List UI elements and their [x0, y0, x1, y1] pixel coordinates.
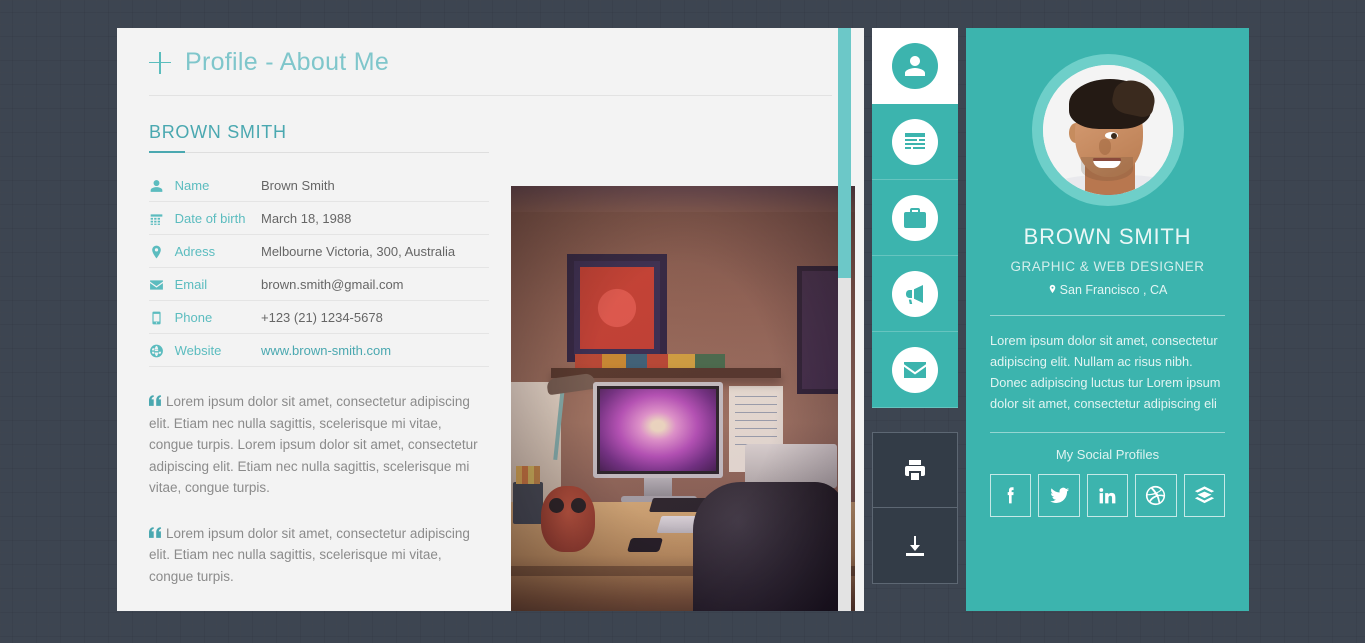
info-label: Phone: [174, 310, 213, 326]
info-label-cell: Date of birth: [149, 202, 261, 235]
print-button[interactable]: [872, 432, 958, 508]
avatar-eye: [1104, 132, 1118, 139]
profile-card: BROWN SMITH GRAPHIC & WEB DESIGNER San F…: [966, 28, 1249, 611]
download-icon: [906, 535, 924, 556]
linkedin-icon: [1099, 488, 1116, 504]
section-rule: [149, 151, 489, 153]
info-value: Melbourne Victoria, 300, Australia: [261, 243, 456, 259]
table-row: Phone +123 (21) 1234-5678: [149, 301, 489, 334]
table-row: Email brown.smith@gmail.com: [149, 268, 489, 301]
quote-text: Lorem ipsum dolor sit amet, consectetur …: [149, 394, 478, 496]
nav-item-services[interactable]: [872, 256, 958, 332]
nav-item-portfolio[interactable]: [872, 180, 958, 256]
profile-bio: Lorem ipsum dolor sit amet, consectetur …: [990, 333, 1221, 411]
profile-location-text: San Francisco , CA: [1059, 283, 1168, 297]
envelope-icon: [892, 346, 938, 393]
info-label: Adress: [174, 244, 216, 260]
info-label: Name: [174, 178, 210, 194]
left-column: BROWN SMITH Name Brown Smith Date of bir…: [149, 96, 489, 611]
printer-icon: [905, 460, 925, 480]
twitter-icon: [1049, 487, 1069, 503]
info-label-cell: Name: [149, 169, 261, 202]
table-row: Name Brown Smith: [149, 169, 489, 202]
website-link[interactable]: www.brown-smith.com: [261, 343, 391, 358]
table-row: Date of birth March 18, 1988: [149, 202, 489, 235]
info-value: +123 (21) 1234-5678: [261, 309, 383, 325]
social-link-dribbble[interactable]: [1135, 474, 1177, 517]
social-link-facebook[interactable]: [990, 474, 1032, 517]
info-label-cell: Website: [149, 334, 261, 367]
avatar-nose: [1098, 139, 1111, 155]
quote-text: Lorem ipsum dolor sit amet, consectetur …: [149, 525, 470, 584]
avatar-photo: [1042, 65, 1173, 195]
workspace-photo: [511, 186, 855, 611]
person-icon: [150, 179, 163, 192]
scrollbar-thumb[interactable]: [838, 28, 851, 278]
info-label-cell: Adress: [149, 235, 261, 268]
quote-block: Lorem ipsum dolor sit amet, consectetur …: [149, 391, 489, 499]
page-title: Profile - About Me: [185, 48, 390, 76]
globe-icon: [150, 344, 163, 358]
avatar: [1031, 54, 1184, 206]
envato-icon: [1194, 486, 1214, 504]
download-button[interactable]: [872, 508, 958, 584]
quote-block: Lorem ipsum dolor sit amet, consectetur …: [149, 523, 489, 588]
info-value: Brown Smith: [261, 177, 335, 193]
megaphone-icon: [892, 270, 938, 317]
info-value-website[interactable]: www.brown-smith.com: [261, 334, 489, 367]
facebook-icon: [1007, 487, 1014, 504]
quote-icon: [149, 526, 162, 538]
nav-item-profile[interactable]: [872, 28, 958, 104]
map-pin-icon: [1049, 284, 1055, 294]
page-title-row: Profile - About Me: [149, 48, 832, 96]
quote-icon: [149, 395, 162, 407]
photo-vignette: [511, 186, 855, 611]
main-content-panel: Profile - About Me BROWN SMITH Name Brow…: [117, 28, 864, 611]
social-link-twitter[interactable]: [1038, 474, 1080, 517]
envelope-icon: [150, 280, 163, 290]
info-label: Website: [174, 343, 222, 359]
plus-icon: [149, 51, 171, 74]
card-divider: [990, 432, 1225, 433]
nav-item-contact[interactable]: [872, 332, 958, 408]
profile-name: BROWN SMITH: [1023, 224, 1192, 249]
calendar-icon: [150, 213, 163, 225]
profile-location: San Francisco , CA: [990, 283, 1225, 297]
avatar-mouth: [1092, 158, 1121, 168]
info-label: Email: [174, 277, 208, 293]
social-title: My Social Profiles: [1055, 447, 1160, 462]
info-value: brown.smith@gmail.com: [261, 276, 404, 292]
page-header: Profile - About Me: [117, 28, 864, 96]
card-divider: [990, 315, 1225, 316]
section-title: BROWN SMITH: [149, 122, 287, 142]
table-row: Adress Melbourne Victoria, 300, Australi…: [149, 235, 489, 268]
phone-icon: [152, 311, 161, 325]
content-body: BROWN SMITH Name Brown Smith Date of bir…: [117, 96, 864, 611]
social-link-envato[interactable]: [1183, 474, 1226, 517]
social-link-linkedin[interactable]: [1086, 474, 1129, 517]
person-icon: [892, 43, 938, 89]
social-row: [990, 474, 1226, 517]
info-label: Date of birth: [174, 211, 246, 227]
table-row: Website www.brown-smith.com: [149, 334, 489, 367]
profile-role: GRAPHIC & WEB DESIGNER: [1010, 259, 1205, 274]
info-table-body: Name Brown Smith Date of birth March 18,…: [149, 169, 489, 367]
photo-column: [511, 96, 855, 611]
info-label-cell: Email: [149, 268, 261, 301]
vertical-nav-strip: [872, 28, 958, 611]
resume-icon: [892, 118, 938, 165]
dribbble-icon: [1146, 485, 1166, 506]
briefcase-icon: [892, 194, 938, 241]
nav-item-resume[interactable]: [872, 104, 958, 180]
info-value: March 18, 1988: [261, 210, 352, 226]
info-table: Name Brown Smith Date of birth March 18,…: [149, 169, 489, 367]
info-label-cell: Phone: [149, 301, 261, 334]
map-pin-icon: [152, 245, 161, 259]
